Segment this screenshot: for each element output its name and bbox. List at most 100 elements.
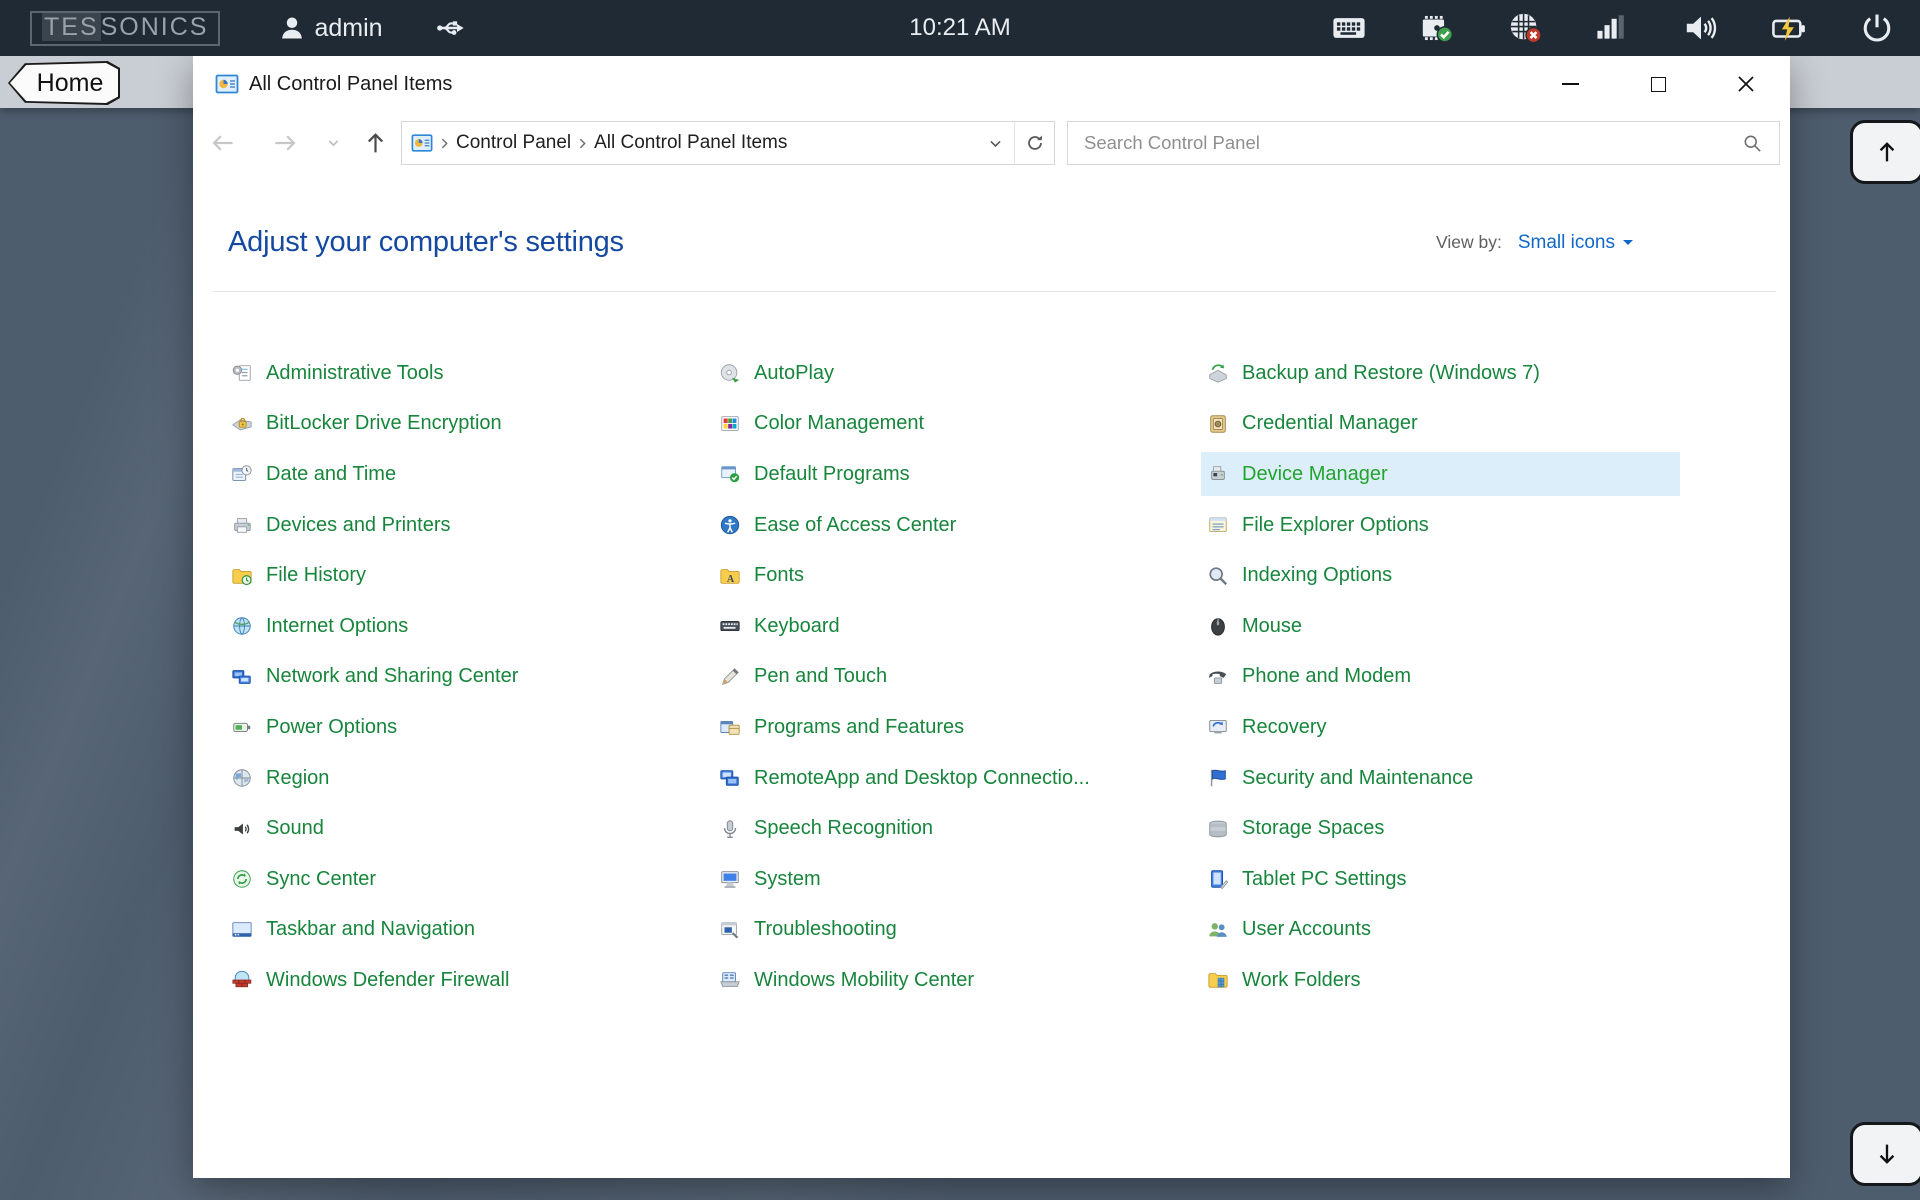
control-panel-item-bitlocker-drive-encryption[interactable]: BitLocker Drive Encryption (225, 402, 704, 446)
control-panel-item-remoteapp-and-desktop-connectio[interactable]: RemoteApp and Desktop Connectio... (713, 756, 1192, 800)
control-panel-item-system[interactable]: System (713, 857, 1192, 901)
control-panel-item-label: Security and Maintenance (1242, 767, 1473, 790)
control-panel-item-color-management[interactable]: Color Management (713, 402, 1192, 446)
up-button[interactable] (363, 131, 388, 156)
refresh-icon (1024, 132, 1046, 154)
control-panel-item-work-folders[interactable]: Work Folders (1201, 958, 1680, 1002)
mobility-center-icon (719, 969, 741, 991)
control-panel-item-backup-and-restore-windows-7[interactable]: Backup and Restore (Windows 7) (1201, 351, 1680, 395)
control-panel-item-taskbar-and-navigation[interactable]: Taskbar and Navigation (225, 908, 704, 952)
control-panel-item-phone-and-modem[interactable]: Phone and Modem (1201, 655, 1680, 699)
control-panel-item-autoplay[interactable]: AutoPlay (713, 351, 1192, 395)
address-dropdown-chevron-icon[interactable] (987, 135, 1004, 152)
navigation-toolbar: Control Panel All Control Panel Items (193, 112, 1790, 174)
home-button[interactable]: Home (8, 61, 120, 105)
window-titlebar[interactable]: All Control Panel Items (193, 56, 1790, 112)
close-button[interactable] (1702, 56, 1790, 112)
control-panel-item-label: Speech Recognition (754, 817, 933, 840)
address-bar[interactable]: Control Panel All Control Panel Items (401, 121, 1055, 165)
control-panel-item-label: Indexing Options (1242, 564, 1392, 587)
troubleshooting-icon (719, 919, 741, 941)
control-panel-item-power-options[interactable]: Power Options (225, 705, 704, 749)
control-panel-item-pen-and-touch[interactable]: Pen and Touch (713, 655, 1192, 699)
control-panel-item-file-history[interactable]: File History (225, 554, 704, 598)
control-panel-item-label: Sync Center (266, 868, 376, 891)
power-options-icon (231, 716, 253, 738)
control-panel-item-default-programs[interactable]: Default Programs (713, 452, 1192, 496)
control-panel-item-recovery[interactable]: Recovery (1201, 705, 1680, 749)
tessonics-logo: Tessonics (30, 11, 220, 46)
control-panel-item-sound[interactable]: Sound (225, 807, 704, 851)
phone-modem-icon (1207, 666, 1229, 688)
control-panel-item-administrative-tools[interactable]: Administrative Tools (225, 351, 704, 395)
breadcrumb-all-control-panel-items[interactable]: All Control Panel Items (594, 132, 787, 154)
control-panel-item-label: Troubleshooting (754, 918, 897, 941)
refresh-button[interactable] (1014, 122, 1054, 164)
default-programs-icon (719, 463, 741, 485)
control-panel-item-devices-and-printers[interactable]: Devices and Printers (225, 503, 704, 547)
minimize-button[interactable] (1526, 56, 1614, 112)
heading-divider (213, 291, 1776, 292)
power-icon[interactable] (1860, 11, 1894, 45)
sound-icon (231, 818, 253, 840)
scroll-down-button[interactable] (1850, 1122, 1920, 1186)
recent-pages-chevron-icon[interactable] (325, 135, 342, 152)
device-manager-icon (1207, 463, 1229, 485)
control-panel-item-security-and-maintenance[interactable]: Security and Maintenance (1201, 756, 1680, 800)
control-panel-item-user-accounts[interactable]: User Accounts (1201, 908, 1680, 952)
usb-icon[interactable] (435, 12, 467, 44)
scroll-up-button[interactable] (1850, 120, 1920, 184)
mouse-icon (1207, 615, 1229, 637)
control-panel-item-indexing-options[interactable]: Indexing Options (1201, 554, 1680, 598)
control-panel-item-programs-and-features[interactable]: Programs and Features (713, 705, 1192, 749)
back-button[interactable] (209, 130, 236, 157)
chip-ok-icon[interactable] (1420, 11, 1454, 45)
window-title: All Control Panel Items (249, 73, 452, 96)
control-panel-item-speech-recognition[interactable]: Speech Recognition (713, 807, 1192, 851)
chevron-down-icon[interactable] (1623, 240, 1633, 245)
control-panel-item-windows-defender-firewall[interactable]: Windows Defender Firewall (225, 958, 704, 1002)
storage-spaces-icon (1207, 818, 1229, 840)
control-panel-item-mouse[interactable]: Mouse (1201, 604, 1680, 648)
work-folders-icon (1207, 969, 1229, 991)
control-panel-item-network-and-sharing-center[interactable]: Network and Sharing Center (225, 655, 704, 699)
control-panel-item-credential-manager[interactable]: Credential Manager (1201, 402, 1680, 446)
control-panel-item-tablet-pc-settings[interactable]: Tablet PC Settings (1201, 857, 1680, 901)
control-panel-item-file-explorer-options[interactable]: File Explorer Options (1201, 503, 1680, 547)
control-panel-item-internet-options[interactable]: Internet Options (225, 604, 704, 648)
volume-icon[interactable] (1684, 11, 1718, 45)
battery-charging-icon[interactable] (1772, 11, 1806, 45)
control-panel-item-ease-of-access-center[interactable]: Ease of Access Center (713, 503, 1192, 547)
breadcrumb-chevron-icon[interactable] (576, 137, 589, 150)
view-by-value[interactable]: Small icons (1518, 232, 1615, 254)
control-panel-item-device-manager[interactable]: Device Manager (1201, 452, 1680, 496)
user-menu[interactable]: admin (278, 14, 382, 43)
devices-printers-icon (231, 514, 253, 536)
control-panel-item-storage-spaces[interactable]: Storage Spaces (1201, 807, 1680, 851)
maximize-button[interactable] (1614, 56, 1702, 112)
control-panel-item-sync-center[interactable]: Sync Center (225, 857, 704, 901)
control-panel-item-windows-mobility-center[interactable]: Windows Mobility Center (713, 958, 1192, 1002)
defender-firewall-icon (231, 969, 253, 991)
signal-icon[interactable] (1596, 11, 1630, 45)
search-input[interactable] (1084, 132, 1742, 154)
breadcrumb-chevron-icon[interactable] (438, 137, 451, 150)
search-box[interactable] (1067, 121, 1780, 165)
control-panel-item-fonts[interactable]: AFonts (713, 554, 1192, 598)
search-icon[interactable] (1742, 133, 1763, 154)
control-panel-item-label: File Explorer Options (1242, 514, 1429, 537)
globe-error-icon[interactable] (1508, 11, 1542, 45)
forward-button[interactable] (272, 130, 299, 157)
control-panel-item-region[interactable]: Region (225, 756, 704, 800)
control-panel-item-troubleshooting[interactable]: Troubleshooting (713, 908, 1192, 952)
control-panel-item-label: Work Folders (1242, 969, 1361, 992)
security-maintenance-icon (1207, 767, 1229, 789)
clock: 10:21 AM (909, 14, 1010, 42)
control-panel-item-date-and-time[interactable]: Date and Time (225, 452, 704, 496)
control-panel-item-label: Date and Time (266, 463, 396, 486)
breadcrumb-control-panel[interactable]: Control Panel (456, 132, 571, 154)
page-title: Adjust your computer's settings (228, 226, 624, 259)
control-panel-item-keyboard[interactable]: Keyboard (713, 604, 1192, 648)
taskbar-navigation-icon (231, 919, 253, 941)
keyboard-icon[interactable] (1332, 11, 1366, 45)
